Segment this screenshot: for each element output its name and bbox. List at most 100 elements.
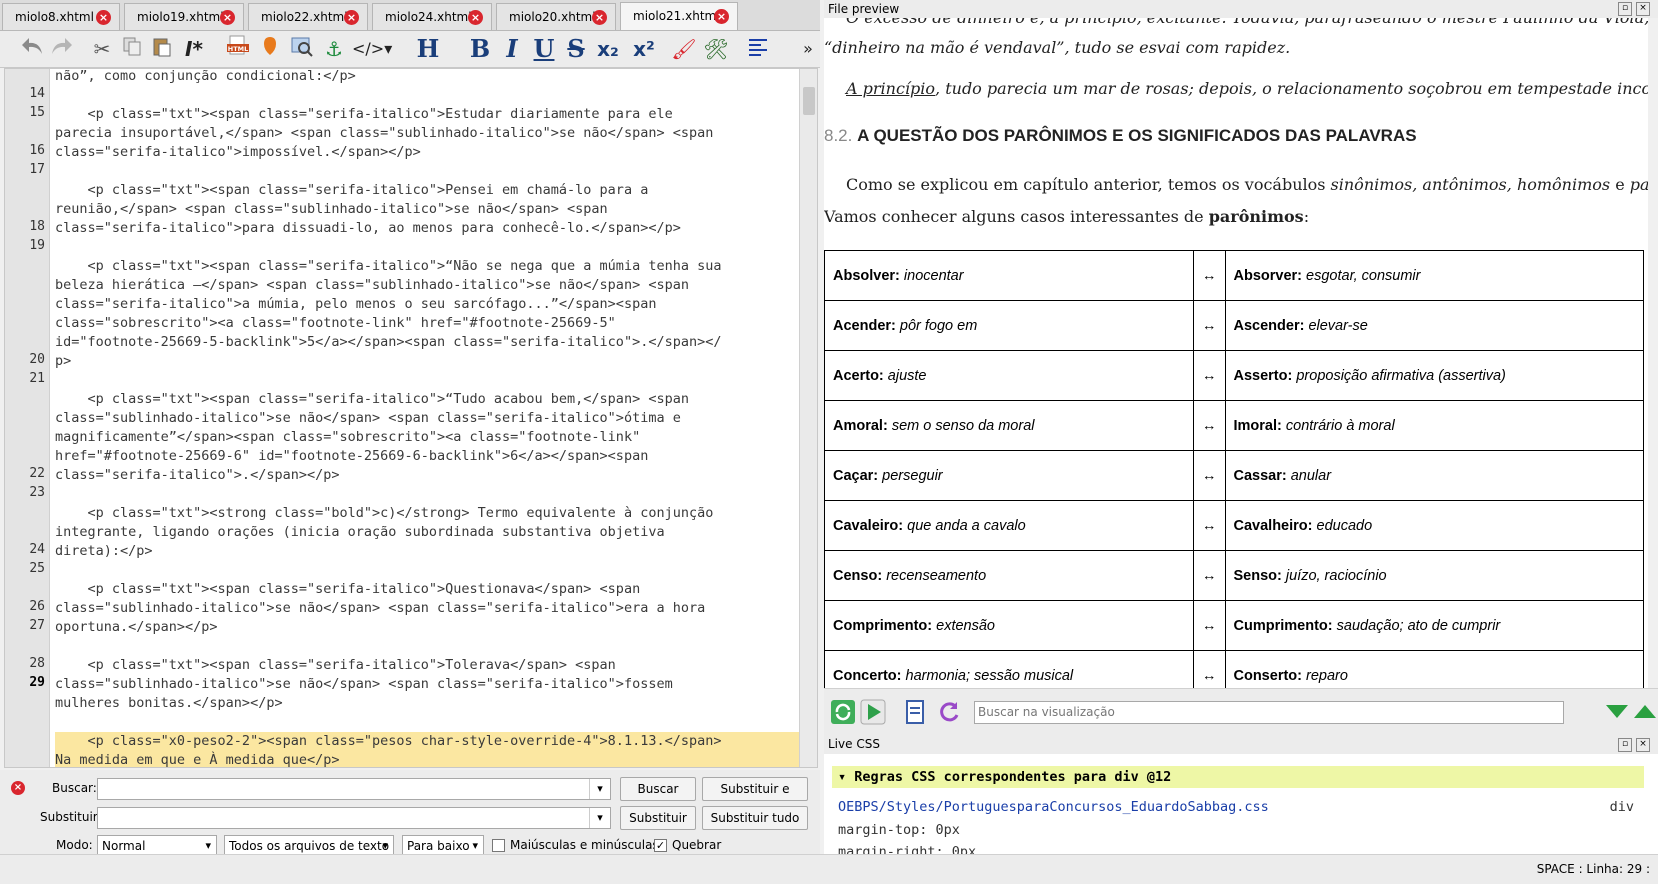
code-line[interactable]: class="serifa-italico">impossível.</span… xyxy=(55,143,421,162)
undock-icon[interactable]: ▫ xyxy=(1618,2,1632,16)
close-find-icon[interactable]: × xyxy=(11,781,25,795)
code-line[interactable]: reunião,</span> <span class="sublinhado-… xyxy=(55,200,608,219)
tab-miolo8[interactable]: miolo8.xhtml × xyxy=(2,3,120,30)
replace-button[interactable]: Substituir xyxy=(620,806,696,830)
tab-miolo22[interactable]: miolo22.xhtml × xyxy=(248,3,368,30)
tab-miolo20[interactable]: miolo20.xhtml × xyxy=(496,3,616,30)
collapse-chevron-icon[interactable]: ▾ xyxy=(838,769,846,785)
code-line[interactable]: beleza hierática –</span> <span class="s… xyxy=(55,276,689,295)
strikethrough-icon[interactable]: S xyxy=(562,35,590,63)
code-line[interactable]: class="serifa-italico">para dissuadi-lo,… xyxy=(55,219,681,238)
code-editor[interactable]: 14 15 16 17 18 19 20 21 22 23 24 25 26 27 28 29 não”, c… xyxy=(4,68,818,768)
insert-special-icon[interactable]: ⚓ xyxy=(320,35,348,63)
tab-miolo19[interactable]: miolo19.xhtml × xyxy=(124,3,244,30)
code-line[interactable]: <p class="txt"><span class="serifa-itali… xyxy=(55,580,641,599)
clean-format-icon[interactable]: I* xyxy=(180,35,208,63)
tools-icon[interactable]: 🛠 xyxy=(702,35,730,63)
close-panel-icon[interactable]: × xyxy=(1636,2,1650,16)
close-css-icon[interactable]: × xyxy=(1636,738,1650,752)
line-number: 17 xyxy=(29,162,45,177)
close-tab-icon[interactable]: × xyxy=(714,9,729,24)
code-line[interactable]: <p class="txt"><span class="serifa-itali… xyxy=(55,181,649,200)
superscript-icon[interactable]: x² xyxy=(630,35,658,63)
code-line[interactable]: não”, como conjunção condicional:</p> xyxy=(55,69,356,86)
find-previous-icon[interactable] xyxy=(1634,705,1656,718)
replace-and-find-button[interactable]: Substituir e Buscar xyxy=(702,777,808,818)
paint-icon[interactable]: 🖌 xyxy=(670,35,698,63)
code-line[interactable]: class="sublinhado-italico">se não</span>… xyxy=(55,675,673,694)
editor-scrollbar[interactable] xyxy=(799,69,817,767)
code-line[interactable]: mulheres bonitas.</span></p> xyxy=(55,694,283,713)
code-line[interactable]: magnificamente”</span><span class="sobre… xyxy=(55,428,640,447)
paronym-cell-1: Censo: recenseamento xyxy=(824,550,1194,601)
close-tab-icon[interactable]: × xyxy=(468,10,483,25)
redo-icon[interactable] xyxy=(48,35,76,63)
undock-css-icon[interactable]: ▫ xyxy=(1618,738,1632,752)
code-line[interactable]: <p class="txt"><span class="serifa-itali… xyxy=(55,105,673,124)
code-line[interactable]: class="sublinhado-italico">se não</span>… xyxy=(55,599,705,618)
editor-scroll-thumb[interactable] xyxy=(803,87,815,115)
insert-image-icon[interactable] xyxy=(256,35,284,63)
code-line[interactable]: id="footnote-25669-5-backlink">5</a></sp… xyxy=(55,333,721,352)
code-line[interactable]: <p class="x0-peso2-2"><span class="pesos… xyxy=(55,732,799,751)
close-tab-icon[interactable]: × xyxy=(96,10,111,25)
reload-icon[interactable] xyxy=(936,699,962,725)
tab-miolo24[interactable]: miolo24.xhtml × xyxy=(372,3,492,30)
paste-icon[interactable] xyxy=(148,35,176,63)
code-line[interactable]: oportuna.</span></p> xyxy=(55,618,218,637)
code-line[interactable]: <p class="txt"><strong class="bold">c)</… xyxy=(55,504,714,523)
heading-icon[interactable]: H xyxy=(414,35,442,63)
tab-miolo21[interactable]: miolo21.xhtml × xyxy=(620,2,738,30)
code-line[interactable]: <p class="txt"><span class="serifa-itali… xyxy=(55,257,722,276)
paronym-word: Conserto: xyxy=(1233,667,1302,684)
subscript-icon[interactable]: x₂ xyxy=(594,35,622,63)
css-file-link[interactable]: OEBPS/Styles/PortuguesparaConcursos_Edua… xyxy=(838,799,1269,815)
paronym-meaning: sem o senso da moral xyxy=(891,417,1035,434)
align-icon[interactable] xyxy=(744,35,772,63)
cut-icon[interactable]: ✂ xyxy=(88,35,116,63)
code-line[interactable]: class="sublinhado-italico">se não</span>… xyxy=(55,409,681,428)
code-line[interactable]: parecia insuportável,</span> <span class… xyxy=(55,124,713,143)
code-line[interactable]: class="sobrescrito"><a class="footnote-l… xyxy=(55,314,616,333)
search-history-chevron-icon[interactable]: ▾ xyxy=(589,779,610,799)
play-icon[interactable] xyxy=(860,699,886,725)
paronym-row: Absolver: inocentar ↔ Absorver: esgotar, c… xyxy=(824,250,1644,301)
inspect-icon[interactable] xyxy=(904,699,928,725)
close-tab-icon[interactable]: × xyxy=(220,10,235,25)
bold-icon[interactable]: B xyxy=(466,35,494,63)
more-icon[interactable]: » xyxy=(794,35,822,63)
code-line[interactable]: Na medida em que e À medida que</p> xyxy=(55,751,799,767)
close-tab-icon[interactable]: × xyxy=(592,10,607,25)
html-icon[interactable]: HTML xyxy=(224,35,252,63)
code-icon[interactable]: </>▾ xyxy=(352,35,392,63)
find-button[interactable]: Buscar xyxy=(620,777,696,801)
code-line[interactable]: direta):</p> xyxy=(55,542,153,561)
line-number: 23 xyxy=(29,485,45,500)
preview-scrollbar[interactable] xyxy=(1648,18,1658,688)
code-line[interactable]: class="serifa-italico">.</span></p> xyxy=(55,466,339,485)
undo-icon[interactable] xyxy=(18,35,46,63)
close-tab-icon[interactable]: × xyxy=(344,10,359,25)
css-rule-header[interactable]: ▾ Regras CSS correspondentes para div @1… xyxy=(832,766,1644,788)
wrap-checkbox[interactable]: ✓ xyxy=(654,839,667,852)
find-next-icon[interactable] xyxy=(1606,705,1628,718)
case-sensitive-checkbox[interactable] xyxy=(492,839,505,852)
replace-history-chevron-icon[interactable]: ▾ xyxy=(589,808,610,828)
code-line[interactable]: <p class="txt"><span class="serifa-itali… xyxy=(55,656,616,675)
search-input[interactable] xyxy=(97,778,611,800)
replace-all-button[interactable]: Substituir tudo xyxy=(702,806,808,830)
italic-icon[interactable]: I xyxy=(498,35,526,63)
code-line[interactable]: p> xyxy=(55,352,71,371)
preview-icon[interactable] xyxy=(288,35,316,63)
code-line[interactable]: <p class="txt"><span class="serifa-itali… xyxy=(55,390,689,409)
preview-paragraph-2: A princípio, tudo parecia um mar de rosa… xyxy=(846,79,1658,98)
code-line[interactable]: class="serifa-italico">a múmia, pelo men… xyxy=(55,295,656,314)
code-line[interactable]: integrante, ligando orações (inicia oraç… xyxy=(55,523,665,542)
refresh-icon[interactable] xyxy=(830,699,856,725)
preview-search-input[interactable]: Buscar na visualização xyxy=(974,701,1564,724)
code-area[interactable]: não”, como conjunção condicional:</p> <p… xyxy=(55,69,799,767)
copy-icon[interactable] xyxy=(118,35,146,63)
replace-input[interactable] xyxy=(97,807,611,829)
underline-icon[interactable]: U xyxy=(530,35,558,63)
code-line[interactable]: href="#footnote-25669-6" id="footnote-25… xyxy=(55,447,648,466)
